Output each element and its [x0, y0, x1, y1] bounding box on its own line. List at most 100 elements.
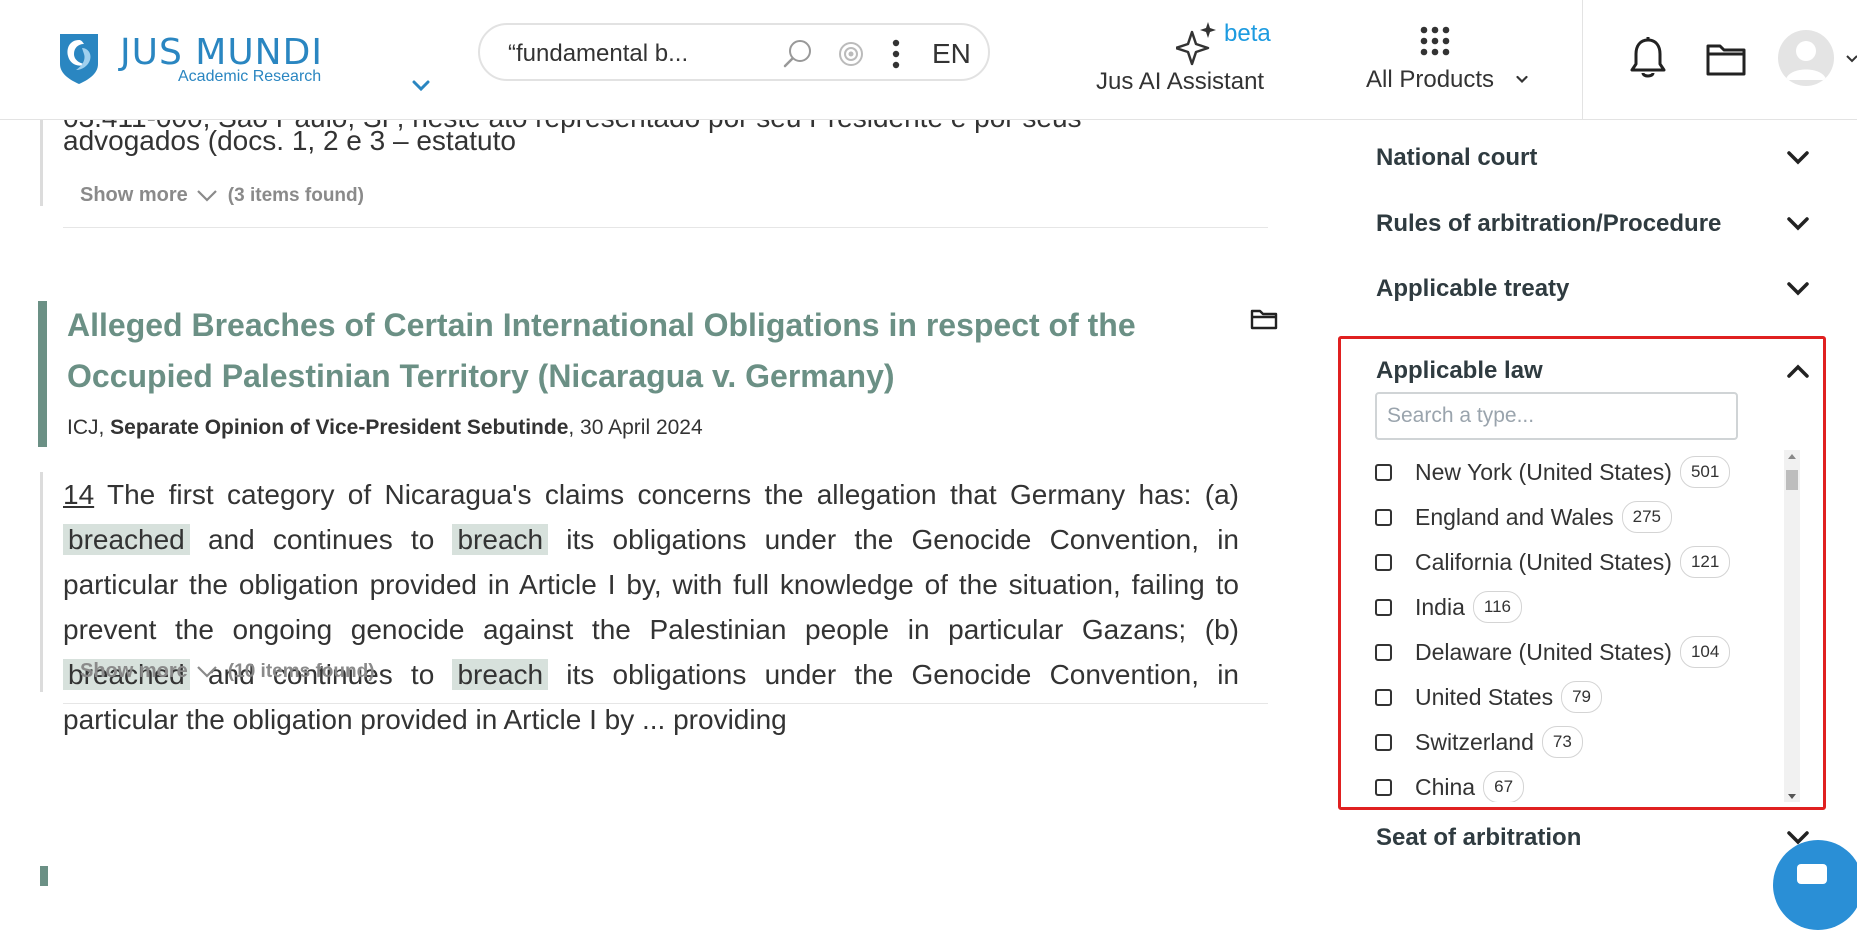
result-snippet-text: advogados (docs. 1, 2 e 3 – estatuto [63, 125, 516, 156]
facet-rules-of-arbitration[interactable]: Rules of arbitration/Procedure [1376, 206, 1809, 246]
search-results: 03.411-000, São Paulo, SP, neste ato rep… [0, 112, 1300, 886]
option-label: India [1415, 594, 1465, 621]
result-accent-bar [40, 472, 43, 692]
filter-option[interactable]: India 116 [1373, 587, 1773, 627]
show-more-button[interactable]: Show more (3 items found) [80, 184, 364, 207]
items-found-count: (10 items found) [227, 661, 375, 682]
chat-icon [1797, 864, 1827, 884]
language-selector[interactable]: EN [932, 38, 971, 70]
checkbox[interactable] [1375, 599, 1392, 616]
paragraph-number-link[interactable]: 14 [63, 479, 94, 510]
applicable-law-options: New York (United States) 501 England and … [1373, 450, 1773, 802]
chevron-down-icon [1787, 282, 1809, 296]
option-count: 79 [1561, 681, 1603, 713]
user-avatar-icon[interactable] [1778, 30, 1834, 86]
jus-mundi-logo[interactable]: JUS MUNDI Academic Research [56, 30, 430, 92]
chevron-down-icon[interactable] [1846, 54, 1857, 64]
header-divider [1582, 0, 1583, 119]
result-snippet: advogados (docs. 1, 2 e 3 – estatuto [63, 118, 1239, 163]
facet-label: National court [1376, 144, 1538, 171]
search-highlight: breached [63, 524, 190, 555]
options-scrollbar[interactable] [1784, 450, 1800, 802]
top-navbar: JUS MUNDI Academic Research “fundamental… [0, 0, 1857, 120]
checkbox[interactable] [1375, 689, 1392, 706]
ai-assistant-label: Jus AI Assistant [1096, 68, 1265, 95]
show-more-label: Show more [80, 660, 188, 682]
option-count: 67 [1483, 771, 1525, 802]
facet-applicable-treaty[interactable]: Applicable treaty [1376, 271, 1809, 311]
checkbox[interactable] [1375, 644, 1392, 661]
result-title-link[interactable]: Alleged Breaches of Certain Internationa… [67, 300, 1167, 402]
checkbox[interactable] [1375, 464, 1392, 481]
scroll-up-arrow-icon[interactable] [1788, 454, 1796, 459]
checkbox[interactable] [1375, 734, 1392, 751]
result-accent-bar [40, 120, 43, 206]
sparkles-icon [1176, 22, 1216, 66]
folder-icon[interactable] [1250, 308, 1278, 330]
all-products-label: All Products [1366, 66, 1495, 93]
filter-option[interactable]: Switzerland 73 [1373, 722, 1773, 762]
facet-label: Rules of arbitration/Procedure [1376, 210, 1722, 237]
facet-applicable-law[interactable]: Applicable law [1376, 353, 1809, 393]
filter-option[interactable]: New York (United States) 501 [1373, 452, 1773, 492]
chat-support-button[interactable] [1773, 840, 1857, 930]
result-court: ICJ, [67, 416, 111, 439]
checkbox[interactable] [1375, 779, 1392, 796]
result-accent-bar [38, 301, 47, 447]
show-more-label: Show more [80, 184, 188, 206]
option-count: 73 [1541, 726, 1583, 758]
option-label: California (United States) [1415, 549, 1672, 576]
filter-option[interactable]: United States 79 [1373, 677, 1773, 717]
jus-mundi-logo-icon [60, 34, 98, 84]
result-date: , 30 April 2024 [568, 416, 703, 439]
show-more-button[interactable]: Show more (10 items found) [80, 660, 375, 683]
result-document-link[interactable]: Separate Opinion of Vice-President Sebut… [110, 416, 568, 439]
option-label: China [1415, 774, 1476, 801]
apps-grid-icon [1420, 26, 1450, 56]
option-label: England and Wales [1415, 504, 1614, 531]
applicable-law-search-input[interactable] [1375, 392, 1738, 440]
chevron-down-icon [1787, 151, 1809, 165]
facet-label: Applicable treaty [1376, 275, 1570, 302]
all-products-menu[interactable]: All Products [1364, 24, 1528, 104]
search-icon[interactable] [782, 38, 814, 70]
facet-label: Applicable law [1376, 357, 1543, 384]
target-icon[interactable] [838, 41, 864, 67]
chevron-down-icon [197, 665, 217, 678]
scroll-down-arrow-icon[interactable] [1788, 794, 1796, 799]
more-vertical-icon[interactable] [892, 38, 900, 70]
result-accent-bar [40, 866, 48, 886]
scrollbar-thumb[interactable] [1786, 470, 1798, 490]
option-count: 501 [1679, 456, 1731, 488]
facet-label: Seat of arbitration [1376, 824, 1582, 851]
search-highlight: breach [452, 659, 549, 690]
chevron-down-icon [197, 189, 217, 202]
folder-icon[interactable] [1706, 42, 1746, 76]
beta-badge: beta [1224, 20, 1271, 47]
chevron-down-icon [1787, 217, 1809, 231]
facet-seat-of-arbitration[interactable]: Seat of arbitration [1376, 820, 1809, 860]
search-input[interactable]: “fundamental b... [508, 40, 688, 68]
global-search-bar[interactable]: “fundamental b... EN [478, 23, 990, 81]
jus-ai-assistant-button[interactable]: beta Jus AI Assistant [1096, 18, 1296, 98]
option-label: Switzerland [1415, 729, 1534, 756]
result-separator [63, 703, 1268, 704]
chevron-down-icon[interactable] [412, 80, 430, 92]
search-highlight: breach [452, 524, 549, 555]
chevron-up-icon [1787, 364, 1809, 378]
filter-option[interactable]: Delaware (United States) 104 [1373, 632, 1773, 672]
facet-national-court[interactable]: National court [1376, 140, 1809, 180]
option-count: 275 [1621, 501, 1672, 533]
logo-name: JUS MUNDI [120, 32, 323, 73]
filter-option[interactable]: England and Wales 275 [1373, 497, 1773, 537]
result-snippet: 14 The first category of Nicaragua's cla… [63, 472, 1239, 742]
option-label: Delaware (United States) [1415, 639, 1672, 666]
filter-option[interactable]: California (United States) 121 [1373, 542, 1773, 582]
checkbox[interactable] [1375, 509, 1392, 526]
option-label: New York (United States) [1415, 459, 1672, 486]
bell-icon[interactable] [1628, 36, 1668, 80]
items-found-count: (3 items found) [227, 185, 364, 206]
option-count: 121 [1679, 546, 1731, 578]
checkbox[interactable] [1375, 554, 1392, 571]
filter-option[interactable]: China 67 [1373, 767, 1773, 802]
